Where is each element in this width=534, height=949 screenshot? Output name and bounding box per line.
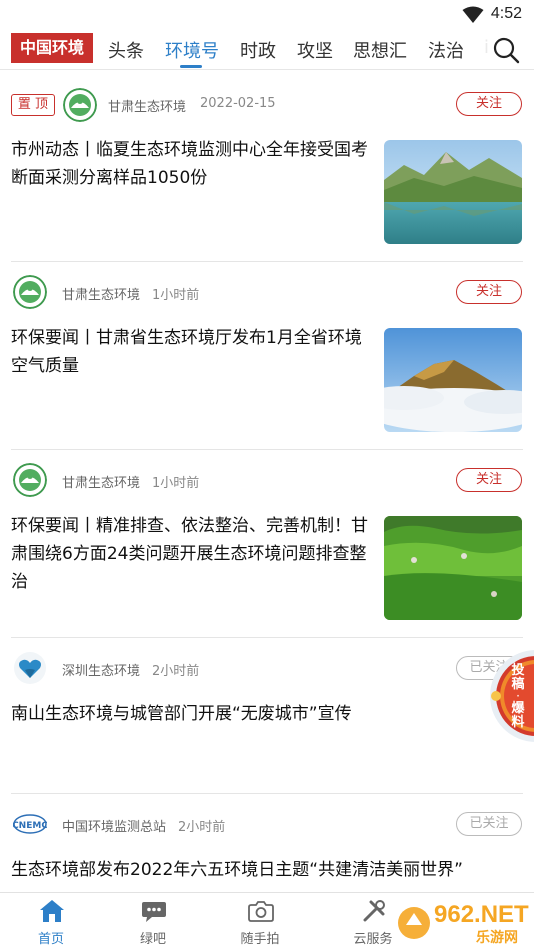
search-icon[interactable] [492, 36, 520, 64]
status-bar: 4:52 [0, 0, 534, 30]
publish-time: 1小时前 [152, 288, 200, 303]
shenzhen-heart-logo-icon [13, 651, 47, 685]
headline[interactable]: 市州动态丨临夏生态环境监测中心全年接受国考断面采测分离样品1050份 [11, 136, 376, 192]
wifi-icon [462, 6, 484, 23]
gansu-eco-emblem-icon [13, 463, 47, 497]
tab-snapshot[interactable]: 随手拍 [215, 893, 305, 949]
status-time: 4:52 [490, 5, 522, 22]
feed-item[interactable]: 置 顶 甘肃生态环境 2022-02-15 关注 市州动态丨临夏生态环境监测中心… [0, 72, 534, 262]
tab-green-bar-label: 绿吧 [139, 932, 166, 947]
follow-button[interactable]: 关注 [456, 92, 522, 116]
publish-time: 2022-02-15 [200, 96, 276, 111]
source-name[interactable]: 中国环境监测总站 [62, 816, 166, 835]
submit-badge-char-3: 爆 [511, 701, 525, 716]
follow-button[interactable]: 关注 [456, 468, 522, 492]
home-icon [40, 900, 64, 922]
feed-item[interactable]: CNEMC 中国环境监测总站 2小时前 已关注 生态环境部发布2022年六五环境… [0, 794, 534, 892]
headline[interactable]: 环保要闻丨精准排查、依法整治、完善机制！甘肃围绕6方面24类问题开展生态环境问题… [11, 512, 376, 596]
feed-item[interactable]: 甘肃生态环境 1小时前 关注 环保要闻丨精准排查、依法整治、完善机制！甘肃围绕6… [0, 450, 534, 638]
headline[interactable]: 南山生态环境与城管部门开展“无废城市”宣传 [11, 700, 521, 728]
source-name[interactable]: 甘肃生态环境 [62, 472, 140, 491]
source-name[interactable]: 甘肃生态环境 [62, 284, 140, 303]
tab-politics[interactable]: 时政 [240, 37, 276, 63]
submit-badge-char-4: 料 [511, 715, 525, 730]
tab-snapshot-label: 随手拍 [240, 932, 280, 947]
tab-headline[interactable]: 头条 [108, 37, 144, 63]
tab-green-bar[interactable]: 绿吧 [108, 893, 198, 949]
tab-law[interactable]: 法治 [428, 37, 464, 63]
watermark-sub: 乐游网 [476, 930, 518, 946]
watermark-brand: 962.NET [434, 901, 529, 928]
pinned-badge: 置 顶 [11, 94, 55, 116]
site-watermark: 962.NET 乐游网 [396, 895, 534, 949]
brand-tab[interactable]: 中国环境 [11, 33, 93, 63]
feed-item[interactable]: 深圳生态环境 2小时前 已关注 南山生态环境与城管部门开展“无废城市”宣传 [0, 638, 534, 794]
headline[interactable]: 环保要闻丨甘肃省生态环境厅发布1月全省环境空气质量 [11, 324, 376, 380]
source-name[interactable]: 甘肃生态环境 [108, 96, 186, 115]
tab-home[interactable]: 首页 [6, 893, 96, 949]
svg-text:CNEMC: CNEMC [13, 821, 47, 831]
gansu-eco-emblem-icon [13, 275, 47, 309]
tools-icon [363, 900, 385, 922]
tab-env-accounts[interactable]: 环境号 [165, 37, 219, 63]
tab-home-label: 首页 [37, 932, 64, 947]
source-name[interactable]: 深圳生态环境 [62, 660, 140, 679]
green-grassland-photo[interactable] [384, 516, 522, 620]
tab-campaign[interactable]: 攻坚 [297, 37, 333, 63]
gansu-eco-emblem-icon [63, 88, 97, 122]
submit-tip-button[interactable]: 投 稿 · 爆 料 [490, 650, 534, 742]
cnemc-logo-icon: CNEMC [13, 807, 47, 841]
publish-time: 2小时前 [178, 820, 226, 835]
followed-button[interactable]: 已关注 [456, 812, 522, 836]
publish-time: 1小时前 [152, 476, 200, 491]
feed-item[interactable]: 甘肃生态环境 1小时前 关注 环保要闻丨甘肃省生态环境厅发布1月全省环境空气质量 [0, 262, 534, 450]
chat-bubble-icon [142, 902, 166, 922]
active-tab-indicator [180, 65, 202, 68]
camera-icon [248, 901, 274, 922]
tab-ideas[interactable]: 思想汇 [353, 37, 407, 63]
headline[interactable]: 生态环境部发布2022年六五环境日主题“共建清洁美丽世界” [11, 856, 521, 884]
lake-mountain-photo[interactable] [384, 140, 522, 244]
channel-nav: 中国环境 头条 环境号 时政 攻坚 思想汇 法治 i [0, 30, 534, 70]
publish-time: 2小时前 [152, 664, 200, 679]
follow-button[interactable]: 关注 [456, 280, 522, 304]
sea-of-clouds-photo[interactable] [384, 328, 522, 432]
submit-badge-char-1: 投 [511, 663, 525, 678]
